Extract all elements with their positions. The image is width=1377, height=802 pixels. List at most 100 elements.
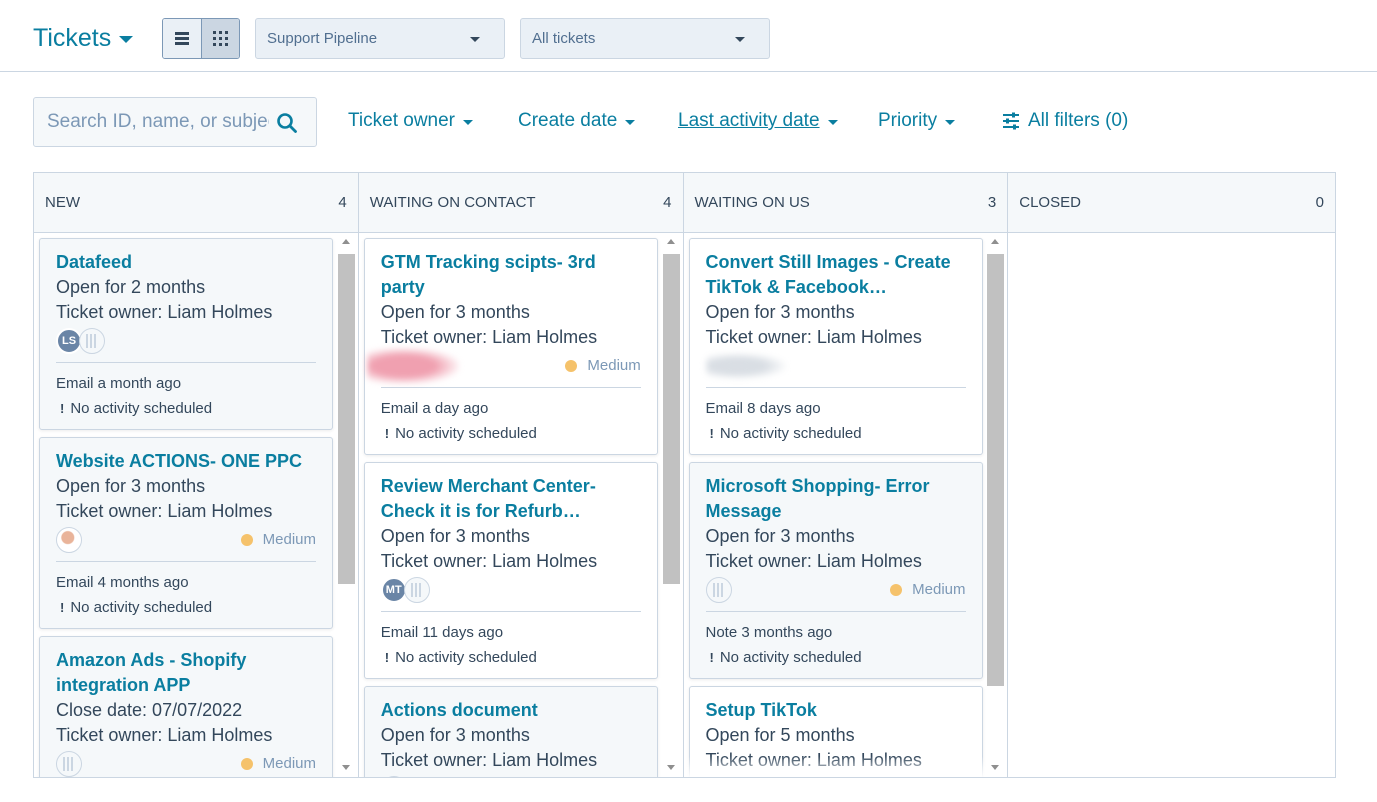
- ticket-card[interactable]: Website ACTIONS- ONE PPC Open for 3 mont…: [39, 437, 333, 629]
- ticket-title[interactable]: Convert Still Images - Create TikTok & F…: [706, 250, 966, 300]
- ticket-card[interactable]: Microsoft Shopping- Error Message Open f…: [688, 462, 983, 679]
- scroll-down-icon[interactable]: [991, 765, 1000, 770]
- company-icon[interactable]: [403, 576, 430, 603]
- ticket-owner-name: Liam Holmes: [816, 551, 922, 571]
- company-logo-avatar[interactable]: [380, 775, 407, 777]
- ticket-title[interactable]: GTM Tracking scipts- 3rd party: [381, 250, 641, 300]
- ticket-owner: Ticket owner: Liam Holmes: [706, 549, 966, 574]
- column-title: CLOSED: [1019, 194, 1081, 211]
- chevron-down-icon: [470, 37, 480, 42]
- search-input[interactable]: [47, 111, 269, 133]
- ticket-title[interactable]: Microsoft Shopping- Error Message: [706, 474, 966, 524]
- all-filters-label: All filters (0): [1028, 110, 1129, 131]
- card-associations: LS: [56, 326, 316, 355]
- column-scrollbar[interactable]: [986, 236, 1006, 773]
- column-count: 4: [663, 194, 672, 211]
- priority-filter[interactable]: Priority: [878, 110, 956, 132]
- create-date-filter-label: Create date: [518, 110, 618, 131]
- last-activity-date-filter[interactable]: Last activity date: [678, 110, 838, 132]
- scrollbar-thumb[interactable]: [987, 254, 1005, 686]
- alert-icon: !: [384, 650, 390, 665]
- divider: [705, 387, 966, 388]
- all-filters-button[interactable]: All filters (0): [1002, 110, 1128, 132]
- card-associations: MT: [380, 575, 641, 604]
- object-switcher[interactable]: Tickets: [33, 24, 134, 53]
- ticket-owner-name: Liam Holmes: [492, 750, 598, 770]
- ticket-owner-label: Ticket owner:: [380, 750, 488, 770]
- ticket-card[interactable]: Convert Still Images - Create TikTok & F…: [688, 238, 983, 455]
- company-icon[interactable]: [56, 750, 82, 777]
- view-select[interactable]: All tickets: [520, 18, 770, 59]
- next-activity: ! No activity scheduled: [381, 421, 641, 446]
- ticket-title[interactable]: Setup TikTok: [706, 698, 966, 723]
- card-associations: Medium: [56, 525, 316, 554]
- ticket-age: Open for 5 months: [705, 725, 855, 745]
- search-icon[interactable]: [276, 112, 298, 134]
- board-view-button[interactable]: [201, 19, 239, 58]
- card-associations: Medium: [366, 347, 641, 384]
- column-scrollbar[interactable]: [337, 236, 357, 773]
- scrollbar-thumb[interactable]: [337, 254, 355, 584]
- column-count: 3: [987, 194, 997, 211]
- ticket-owner: Ticket owner: Liam Holmes: [381, 549, 641, 574]
- pipeline-select[interactable]: Support Pipeline: [255, 18, 505, 59]
- column-body: GTM Tracking scipts- 3rd party Open for …: [359, 233, 683, 777]
- redacted-avatar: [366, 347, 459, 384]
- ticket-title[interactable]: Actions document: [381, 698, 641, 723]
- ticket-card[interactable]: Actions document Open for 3 months Ticke…: [363, 686, 658, 777]
- chevron-down-icon: [625, 119, 636, 125]
- ticket-owner-label: Ticket owner:: [56, 302, 163, 322]
- contact-avatar[interactable]: MT: [380, 576, 407, 603]
- priority-dot-icon: [565, 359, 578, 372]
- next-activity-text: No activity scheduled: [70, 599, 213, 616]
- company-icon[interactable]: [705, 576, 732, 603]
- card-associations: Medium: [705, 575, 966, 604]
- scroll-down-icon[interactable]: [666, 765, 675, 770]
- priority-badge: Medium: [890, 581, 966, 598]
- priority-badge: Medium: [565, 357, 641, 374]
- search-box: [33, 97, 317, 147]
- ticket-title[interactable]: Website ACTIONS- ONE PPC: [56, 449, 316, 474]
- ticket-title[interactable]: Amazon Ads - Shopify integration APP: [56, 648, 316, 698]
- page-header: Tickets Support Pipeline All tickets: [0, 0, 1377, 72]
- ticket-owner-filter[interactable]: Ticket owner: [348, 110, 473, 132]
- ticket-owner-label: Ticket owner:: [705, 750, 812, 770]
- view-toggle: [162, 18, 240, 59]
- company-icon[interactable]: [79, 327, 105, 354]
- pipeline-select-value: Support Pipeline: [267, 30, 378, 47]
- last-activity: Email a month ago: [56, 375, 182, 392]
- ticket-card[interactable]: Amazon Ads - Shopify integration APP Clo…: [39, 636, 333, 777]
- ticket-card[interactable]: Datafeed Open for 2 months Ticket owner:…: [39, 238, 333, 430]
- priority-dot-icon: [890, 583, 903, 596]
- sliders-icon: [1003, 112, 1019, 130]
- ticket-owner: Ticket owner: Liam Holmes: [56, 499, 316, 524]
- scroll-up-icon[interactable]: [341, 239, 350, 244]
- create-date-filter[interactable]: Create date: [518, 110, 636, 132]
- board-column-new: NEW 4 Datafeed Open for 2 months Ticket …: [34, 173, 359, 777]
- ticket-age: Open for 3 months: [380, 526, 530, 546]
- column-scrollbar[interactable]: [662, 236, 682, 773]
- ticket-owner: Ticket owner: Liam Holmes: [56, 300, 316, 325]
- priority-badge: Medium: [240, 531, 316, 548]
- ticket-age: Open for 3 months: [380, 725, 530, 745]
- ticket-title[interactable]: Review Merchant Center- Check it is for …: [381, 474, 641, 524]
- contact-photo-avatar[interactable]: [56, 526, 82, 553]
- board-column-waiting-on-us: WAITING ON US 3 Convert Still Images - C…: [683, 173, 1009, 777]
- scroll-up-icon[interactable]: [666, 239, 675, 244]
- redacted-avatar: [705, 352, 786, 379]
- ticket-owner-name: Liam Holmes: [816, 327, 922, 347]
- next-activity-text: No activity scheduled: [719, 425, 862, 442]
- ticket-card[interactable]: Setup TikTok Open for 5 months Ticket ow…: [688, 686, 983, 777]
- card-associations: [705, 351, 966, 380]
- next-activity-text: No activity scheduled: [719, 649, 862, 666]
- board-column-closed: CLOSED 0: [1008, 173, 1335, 777]
- scroll-down-icon[interactable]: [341, 765, 350, 770]
- ticket-title[interactable]: Datafeed: [56, 250, 316, 275]
- view-select-value: All tickets: [532, 30, 596, 47]
- scroll-up-icon[interactable]: [991, 239, 1000, 244]
- scrollbar-thumb[interactable]: [662, 254, 680, 584]
- list-view-button[interactable]: [163, 19, 201, 58]
- ticket-card[interactable]: Review Merchant Center- Check it is for …: [363, 462, 658, 679]
- ticket-card[interactable]: GTM Tracking scipts- 3rd party Open for …: [363, 238, 658, 455]
- column-body-empty: [1008, 233, 1335, 777]
